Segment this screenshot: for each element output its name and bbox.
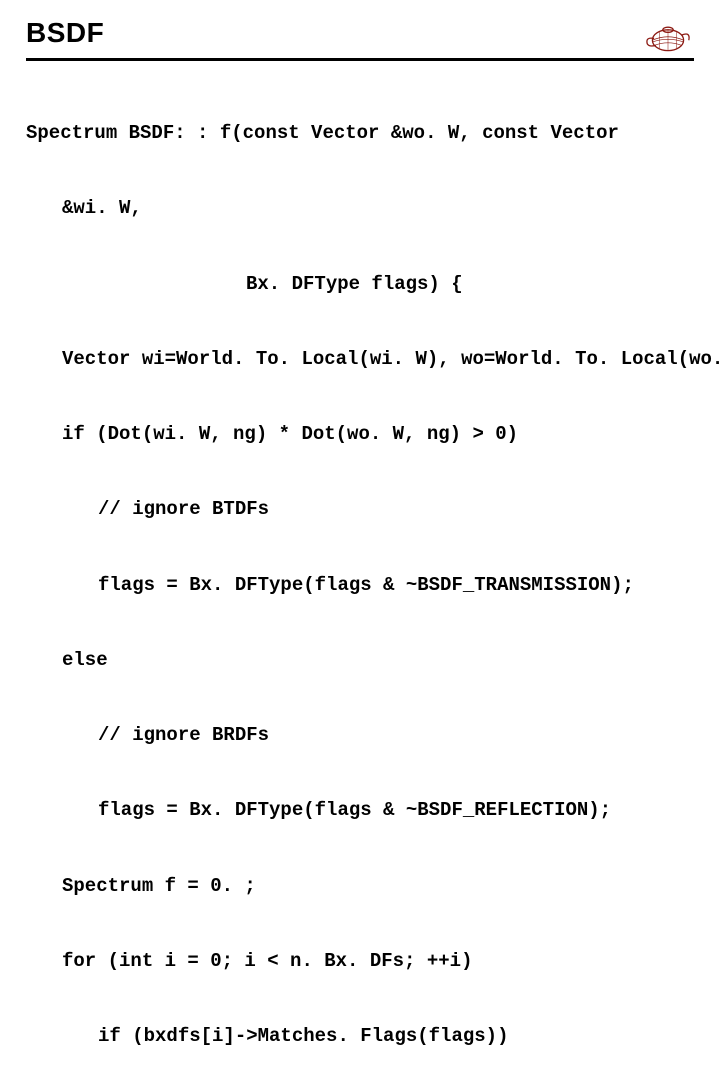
code-line: for (int i = 0; i < n. Bx. DFs; ++i): [26, 949, 694, 974]
code-line: flags = Bx. DFType(flags & ~BSDF_TRANSMI…: [26, 573, 694, 598]
code-block: Spectrum BSDF: : f(const Vector &wo. W, …: [26, 71, 694, 1080]
code-line: Bx. DFType flags) {: [26, 272, 694, 297]
header-row: BSDF: [26, 14, 694, 56]
teapot-icon: [642, 14, 694, 56]
code-line: Vector wi=World. To. Local(wi. W), wo=Wo…: [26, 347, 694, 372]
code-line: // ignore BTDFs: [26, 497, 694, 522]
title-divider: [26, 58, 694, 61]
code-line: &wi. W,: [26, 196, 694, 221]
code-line: flags = Bx. DFType(flags & ~BSDF_REFLECT…: [26, 798, 694, 823]
code-line: // ignore BRDFs: [26, 723, 694, 748]
code-line: if (Dot(wi. W, ng) * Dot(wo. W, ng) > 0): [26, 422, 694, 447]
slide: BSDF Spectrum BSDF: : f(const Vector &wo…: [0, 0, 720, 540]
code-line: if (bxdfs[i]->Matches. Flags(flags)): [26, 1024, 694, 1049]
code-line: Spectrum BSDF: : f(const Vector &wo. W, …: [26, 121, 694, 146]
code-line: else: [26, 648, 694, 673]
slide-title: BSDF: [26, 17, 104, 53]
code-line: Spectrum f = 0. ;: [26, 874, 694, 899]
